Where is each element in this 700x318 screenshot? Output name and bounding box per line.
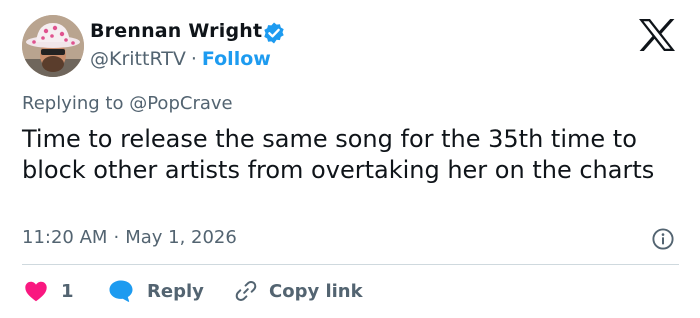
avatar-image bbox=[22, 15, 84, 77]
author-display-name[interactable]: Brennan Wright bbox=[90, 20, 262, 42]
timestamp-separator: · bbox=[113, 227, 120, 248]
divider bbox=[22, 264, 679, 265]
tweet-timestamp[interactable]: 11:20 AM · May 1, 2026 bbox=[22, 227, 237, 248]
chat-bubble-icon bbox=[109, 280, 133, 302]
tweet-time[interactable]: 11:20 AM bbox=[22, 227, 107, 248]
tweet-card: Brennan Wright @KrittRTV · Follow Replying… bbox=[0, 0, 700, 318]
replying-to-label: Replying to bbox=[22, 93, 124, 114]
copy-link-button[interactable]: Copy link bbox=[234, 277, 363, 305]
heart-icon bbox=[25, 281, 47, 302]
x-logo-icon[interactable] bbox=[637, 18, 677, 52]
reply-button[interactable]: Reply bbox=[108, 277, 204, 305]
author-handle[interactable]: @KrittRTV bbox=[90, 48, 186, 70]
follow-button[interactable]: Follow bbox=[202, 48, 271, 70]
replying-to: Replying to @PopCrave bbox=[22, 93, 233, 114]
action-bar: 1 Reply Copy link bbox=[22, 277, 682, 305]
author-handle-row: @KrittRTV · Follow bbox=[90, 48, 271, 70]
info-icon[interactable] bbox=[651, 227, 675, 251]
link-icon bbox=[235, 281, 257, 301]
verified-badge-icon bbox=[264, 22, 284, 44]
like-count: 1 bbox=[61, 280, 74, 302]
replying-to-mention[interactable]: @PopCrave bbox=[129, 93, 232, 114]
reply-label: Reply bbox=[147, 280, 204, 302]
like-button[interactable]: 1 bbox=[24, 277, 74, 305]
copy-link-label: Copy link bbox=[269, 280, 363, 302]
tweet-date[interactable]: May 1, 2026 bbox=[125, 227, 237, 248]
handle-separator: · bbox=[190, 48, 197, 70]
tweet-text: Time to release the same song for the 35… bbox=[22, 125, 655, 184]
avatar[interactable] bbox=[22, 15, 84, 77]
